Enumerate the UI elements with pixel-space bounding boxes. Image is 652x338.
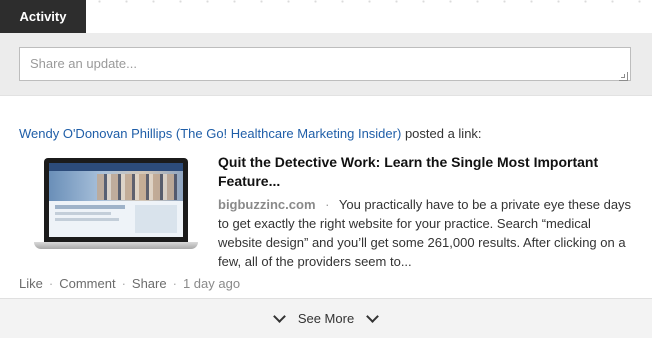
comment-link[interactable]: Comment [59, 276, 115, 291]
preview-line [55, 205, 125, 209]
post-actions: Like · Comment · Share · 1 day ago [19, 276, 634, 292]
action-separator: · [48, 276, 54, 291]
share-update-input[interactable] [19, 47, 631, 81]
action-separator: · [172, 276, 177, 291]
chevron-down-icon [272, 310, 286, 323]
link-domain[interactable]: bigbuzzinc.com [218, 197, 316, 212]
website-preview [49, 163, 183, 237]
post-timestamp: 1 day ago [182, 276, 241, 291]
action-separator: · [121, 276, 126, 291]
chevron-down-icon [366, 310, 380, 323]
share-update-area [0, 33, 652, 96]
share-link[interactable]: Share [132, 276, 167, 291]
actor-name-link[interactable]: Wendy O'Donovan Phillips (The Go! Health… [19, 126, 401, 141]
laptop-screen [44, 158, 188, 242]
laptop-base [34, 242, 198, 249]
preview-line [55, 218, 119, 221]
preview-people [97, 174, 177, 200]
post-actor-line: Wendy O'Donovan Phillips (The Go! Health… [19, 125, 634, 143]
top-dotted-border [86, 0, 652, 3]
post-action-text: posted a link: [404, 126, 482, 141]
like-link[interactable]: Like [19, 276, 43, 291]
link-thumbnail[interactable] [34, 158, 198, 258]
summary-separator: · [325, 197, 330, 212]
tab-activity[interactable]: Activity [0, 0, 86, 33]
see-more-button[interactable]: See More [0, 298, 652, 338]
top-bar: Activity [0, 0, 652, 33]
link-summary: bigbuzzinc.com · You practically have to… [218, 195, 634, 271]
resize-grip-icon[interactable] [619, 72, 628, 81]
feed-post: Wendy O'Donovan Phillips (The Go! Health… [19, 125, 634, 291]
preview-header [49, 163, 183, 171]
link-headline[interactable]: Quit the Detective Work: Learn the Singl… [218, 153, 634, 191]
preview-sidebar [135, 205, 177, 233]
preview-line [55, 212, 111, 215]
see-more-label: See More [297, 311, 355, 326]
